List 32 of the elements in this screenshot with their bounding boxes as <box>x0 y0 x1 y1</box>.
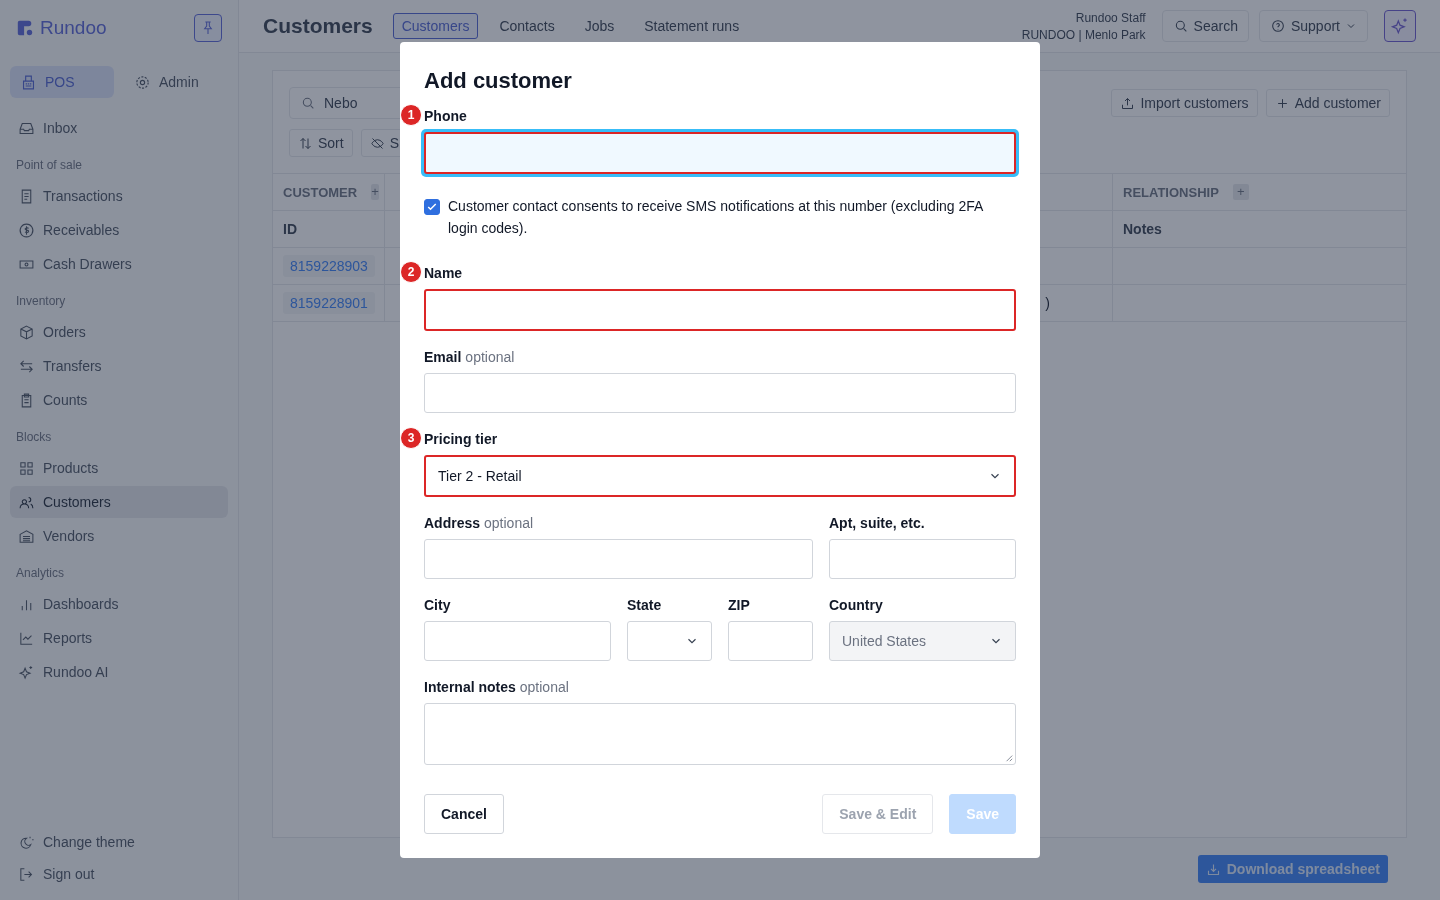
section-heading: Point of sale <box>15 157 84 174</box>
section-heading: Analytics <box>15 565 66 582</box>
user-name: Rundoo Staff <box>1075 10 1146 25</box>
section-heading: Inventory <box>15 293 67 310</box>
annotation-marker: 1 <box>400 104 422 126</box>
column-header: ID <box>273 211 385 247</box>
annotation-marker: 2 <box>400 261 422 283</box>
column-header: Notes <box>1122 220 1163 239</box>
field-label: ZIP <box>728 597 750 613</box>
table-cell: ) <box>1045 295 1050 311</box>
section-heading: Blocks <box>15 429 53 446</box>
field-label: Apt, suite, etc. <box>829 515 925 531</box>
field-label: Internal notes <box>424 679 516 695</box>
checkbox-label: Customer contact consents to receive SMS notifications at this number (excluding 2FA login codes). <box>448 197 984 238</box>
optional-note: optional <box>519 679 569 695</box>
field-label: State <box>627 597 662 613</box>
field-label: Email <box>424 349 462 365</box>
field-label: Address <box>424 515 481 531</box>
field-label: City <box>424 597 451 613</box>
dialog-title: Add customer <box>424 68 573 94</box>
store-name: RUNDOO | Menlo Park <box>1021 27 1146 42</box>
field-label: Name <box>424 265 463 281</box>
column-group-header: CUSTOMER <box>283 184 358 200</box>
column-group-header: RELATIONSHIP <box>1123 184 1219 200</box>
annotation-marker: 3 <box>400 427 422 449</box>
field-label: Country <box>829 597 883 613</box>
page-title: Customers <box>263 14 373 38</box>
optional-note: optional <box>484 515 534 531</box>
optional-note: optional <box>465 349 515 365</box>
field-label: Pricing tier <box>424 431 498 447</box>
field-label: Phone <box>424 108 467 124</box>
brand-name: Rundoo <box>40 17 107 39</box>
